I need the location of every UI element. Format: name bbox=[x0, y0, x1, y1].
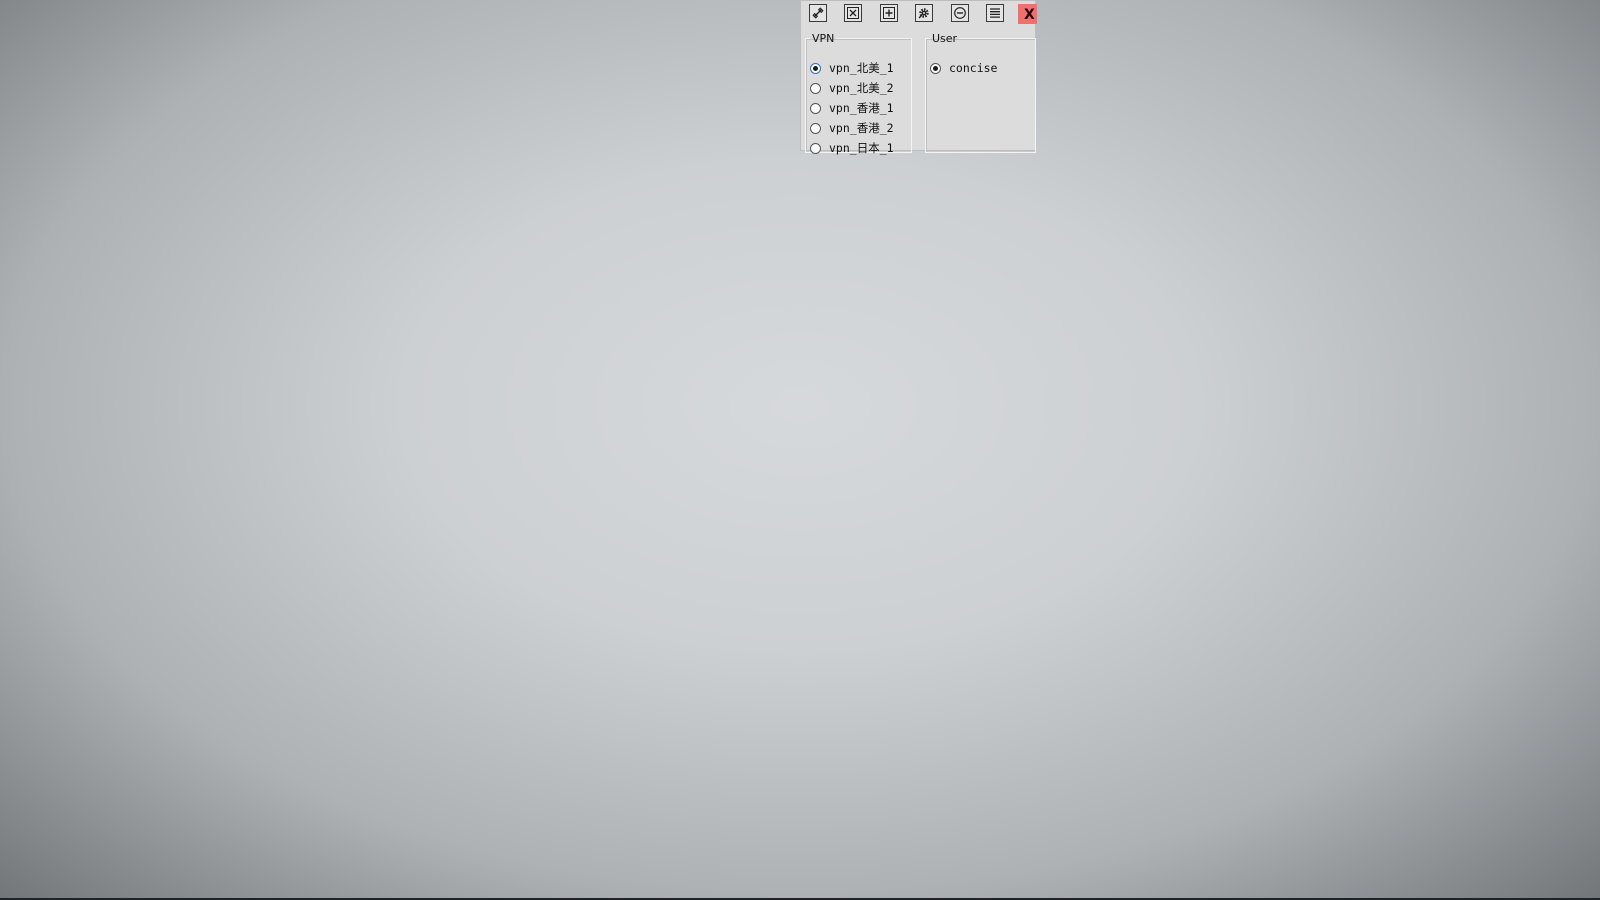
list-button[interactable] bbox=[986, 4, 1004, 22]
radio-unselected[interactable] bbox=[810, 82, 821, 94]
settings-button[interactable] bbox=[915, 4, 933, 22]
toolbar: X bbox=[801, 1, 1037, 27]
vpn-option-label: vpn_日本_1 bbox=[829, 141, 894, 155]
link-icon bbox=[812, 7, 824, 19]
minus-circle-icon bbox=[954, 7, 966, 19]
vpn-group-title: VPN bbox=[812, 32, 835, 45]
vpn-switcher-panel: X VPN vpn_北美_1 vpn_北美_2 vpn_香港_1 vpn_香港_… bbox=[800, 0, 1037, 155]
gear-icon bbox=[918, 8, 929, 19]
user-option-label: concise bbox=[949, 61, 998, 75]
connect-button[interactable] bbox=[809, 4, 827, 22]
radio-selected[interactable] bbox=[810, 62, 821, 74]
x-box-icon bbox=[847, 7, 859, 19]
vpn-option-3[interactable]: vpn_香港_1 bbox=[810, 99, 894, 117]
vpn-option-2[interactable]: vpn_北美_2 bbox=[810, 79, 894, 97]
add-button[interactable] bbox=[880, 4, 898, 22]
vpn-option-5[interactable]: vpn_日本_1 bbox=[810, 139, 894, 157]
remove-button[interactable] bbox=[951, 4, 969, 22]
plus-box-icon bbox=[883, 7, 895, 19]
radio-unselected[interactable] bbox=[810, 122, 821, 134]
vpn-option-label: vpn_香港_2 bbox=[829, 121, 894, 135]
vpn-group: VPN vpn_北美_1 vpn_北美_2 vpn_香港_1 vpn_香港_2 … bbox=[805, 32, 912, 155]
user-group: User concise bbox=[925, 32, 1036, 153]
radio-selected[interactable] bbox=[930, 62, 941, 74]
vpn-option-1[interactable]: vpn_北美_1 bbox=[810, 59, 894, 77]
vpn-option-label: vpn_香港_1 bbox=[829, 101, 894, 115]
vpn-option-4[interactable]: vpn_香港_2 bbox=[810, 119, 894, 137]
vpn-option-label: vpn_北美_1 bbox=[829, 61, 894, 75]
disconnect-button[interactable] bbox=[844, 4, 862, 22]
close-button[interactable]: X bbox=[1018, 4, 1037, 24]
radio-unselected[interactable] bbox=[810, 102, 821, 114]
vpn-option-label: vpn_北美_2 bbox=[829, 81, 894, 95]
user-group-title: User bbox=[932, 32, 958, 45]
user-option-1[interactable]: concise bbox=[930, 59, 997, 77]
list-icon bbox=[990, 8, 1000, 18]
radio-unselected[interactable] bbox=[810, 142, 821, 154]
